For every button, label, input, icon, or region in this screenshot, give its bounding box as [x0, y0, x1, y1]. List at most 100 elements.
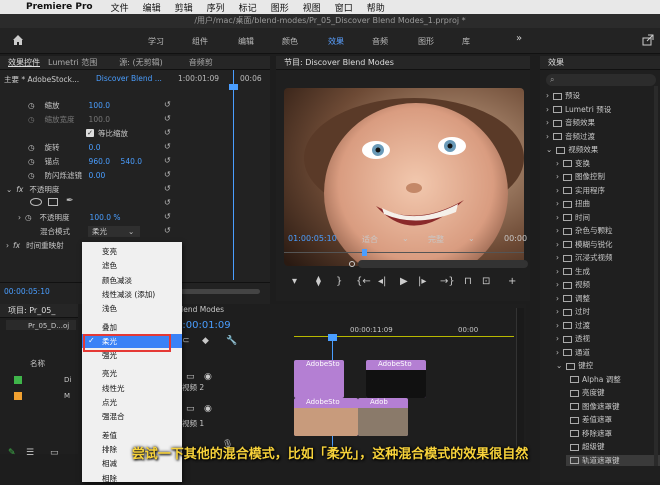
effects-tree-item[interactable]: ⌄ 视频效果 — [546, 144, 598, 155]
clip-v1-a[interactable]: AdobeSto — [294, 398, 358, 436]
menu-help[interactable]: 帮助 — [367, 1, 385, 14]
menu-window[interactable]: 窗口 — [335, 1, 353, 14]
app-name[interactable]: Premiere Pro — [26, 2, 93, 12]
pen-mask-icon[interactable]: ✒ — [66, 196, 74, 206]
effects-tree-item[interactable]: › 过渡 — [556, 320, 590, 331]
chevron-right-icon[interactable]: › — [556, 280, 559, 289]
chevron-right-icon[interactable]: › — [556, 267, 559, 276]
eye-icon[interactable]: ◉ — [204, 404, 212, 414]
mini-playhead[interactable] — [233, 70, 234, 280]
camera-icon[interactable]: ⊡ — [482, 276, 490, 287]
chevron-right-icon[interactable]: › — [546, 118, 549, 127]
anchor-x-value[interactable]: 960.0 — [89, 157, 121, 166]
expand-chevron-icon[interactable]: › — [18, 213, 21, 222]
chevron-right-icon[interactable]: › — [556, 253, 559, 262]
chevron-right-icon[interactable]: › — [556, 159, 559, 168]
clip-v2-b[interactable]: AdobeSto — [366, 360, 426, 398]
toggle-track-output-icon[interactable]: ▭ — [186, 404, 195, 414]
effects-tree-item[interactable]: › 时间 — [556, 212, 590, 223]
workspace-color[interactable]: 颜色 — [282, 36, 298, 47]
eye-icon[interactable]: ◉ — [204, 372, 212, 382]
stopwatch-icon[interactable]: ◷ — [25, 213, 32, 222]
step-forward-icon[interactable]: |▸ — [418, 276, 426, 287]
opacity-value[interactable]: 100.0 % — [90, 213, 121, 222]
anti-flicker-value[interactable]: 0.00 — [89, 171, 106, 180]
project-panel-title[interactable]: 项目: Pr_05_ — [8, 305, 55, 316]
expand-chevron-icon[interactable]: ⌄ — [6, 185, 12, 194]
quality-select[interactable]: 完整 — [428, 234, 444, 245]
name-column-header[interactable]: 名称 — [30, 358, 45, 369]
effects-tree-item[interactable]: › 音频效果 — [546, 117, 595, 128]
chevron-right-icon[interactable]: › — [546, 105, 549, 114]
expand-chevron-icon[interactable]: › — [6, 241, 9, 250]
chevron-down-icon[interactable]: ⌄ — [468, 234, 475, 243]
reset-icon[interactable]: ↺ — [164, 126, 171, 140]
toggle-track-output-icon[interactable]: ▭ — [186, 372, 195, 382]
effects-tree-item[interactable]: › 沉浸式视频 — [556, 252, 613, 263]
mark-out-icon[interactable]: ⧫ — [316, 276, 321, 287]
menu-markers[interactable]: 标记 — [239, 1, 257, 14]
chevron-right-icon[interactable]: › — [556, 213, 559, 222]
effects-search-input[interactable]: ⌕ — [546, 74, 656, 86]
blend-mode-option[interactable]: 颜色减淡 — [82, 273, 182, 287]
workspace-audio[interactable]: 音频 — [372, 36, 388, 47]
effects-tree-item[interactable]: 差值遮罩 — [566, 414, 612, 425]
chevron-down-icon[interactable]: ⌄ — [556, 361, 562, 370]
blend-mode-option[interactable]: 亮光 — [82, 366, 182, 380]
program-zoom-bar[interactable] — [358, 260, 528, 268]
effects-tree-item[interactable]: › 预设 — [546, 90, 580, 101]
chevron-right-icon[interactable]: › — [556, 186, 559, 195]
workspace-libraries[interactable]: 库 — [462, 36, 470, 47]
scale-value[interactable]: 100.0 — [89, 101, 110, 110]
export-icon[interactable] — [642, 34, 654, 46]
workspace-effects[interactable]: 效果 — [328, 36, 344, 47]
stopwatch-icon[interactable]: ◷ — [28, 143, 35, 152]
reset-icon[interactable]: ↺ — [164, 210, 171, 224]
effects-tree-item[interactable]: › 生成 — [556, 266, 590, 277]
chevron-right-icon[interactable]: › — [556, 294, 559, 303]
effects-tree-item[interactable]: 图像遮罩键 — [566, 401, 620, 412]
chevron-right-icon[interactable]: › — [556, 199, 559, 208]
stopwatch-icon[interactable]: ◷ — [28, 101, 35, 110]
chevron-right-icon[interactable]: › — [556, 321, 559, 330]
step-back-icon[interactable]: ◂| — [378, 276, 386, 287]
effects-tree-item[interactable]: › 视频 — [556, 279, 590, 290]
effects-panel-title[interactable]: 效果 — [548, 57, 564, 68]
effects-tree-item[interactable]: Alpha 调整 — [566, 374, 621, 385]
blend-mode-option[interactable]: 强混合 — [82, 409, 182, 423]
mini-playhead-handle[interactable] — [229, 84, 238, 90]
menu-view[interactable]: 视图 — [303, 1, 321, 14]
workspace-graphics[interactable]: 图形 — [418, 36, 434, 47]
effects-tree-item[interactable]: › 扭曲 — [556, 198, 590, 209]
tab-lumetri-scopes[interactable]: Lumetri 范围 — [48, 57, 97, 68]
effects-scrollbar[interactable] — [654, 86, 658, 466]
home-icon[interactable] — [12, 34, 24, 46]
effect-controls-timecode[interactable]: 00:00:05:10 — [4, 287, 50, 296]
reset-icon[interactable]: ↺ — [164, 182, 171, 196]
timeline-timecode[interactable]: 1:00:01:09 — [176, 320, 231, 331]
go-to-in-icon[interactable]: {← — [356, 276, 371, 287]
marker-icon[interactable]: ◆ — [202, 336, 209, 346]
ellipse-mask-icon[interactable] — [30, 198, 42, 206]
lift-icon[interactable]: ⊓ — [464, 276, 472, 287]
wrench-icon[interactable]: 🔧 — [226, 336, 237, 346]
chevron-right-icon[interactable]: › — [556, 334, 559, 343]
chevron-right-icon[interactable]: › — [556, 348, 559, 357]
clip-v2-a[interactable]: AdobeSto — [294, 360, 344, 398]
effects-tree-item[interactable]: 移除遮罩 — [566, 428, 612, 439]
go-to-out-icon[interactable]: →} — [440, 276, 455, 287]
program-timecode[interactable]: 01:00:05:10 — [288, 234, 337, 243]
effects-tree-item[interactable]: › 透视 — [556, 333, 590, 344]
blend-mode-option[interactable]: 浅色 — [82, 301, 182, 315]
mark-in-icon[interactable]: ▾ — [292, 276, 297, 287]
reset-icon[interactable]: ↺ — [164, 98, 171, 112]
stopwatch-icon[interactable]: ◷ — [28, 171, 35, 180]
zoom-scrollbar[interactable] — [180, 289, 260, 294]
work-area-bar[interactable] — [294, 336, 514, 337]
workspace-assembly[interactable]: 组件 — [192, 36, 208, 47]
tab-audio-clip[interactable]: 音频剪 — [189, 57, 213, 68]
effects-tree-item[interactable]: › 调整 — [556, 293, 590, 304]
effects-tree-item[interactable]: ⌄ 键控 — [556, 360, 593, 371]
blend-mode-option[interactable]: 叠加 — [82, 320, 182, 334]
program-zoom-handle-left[interactable] — [349, 261, 355, 267]
